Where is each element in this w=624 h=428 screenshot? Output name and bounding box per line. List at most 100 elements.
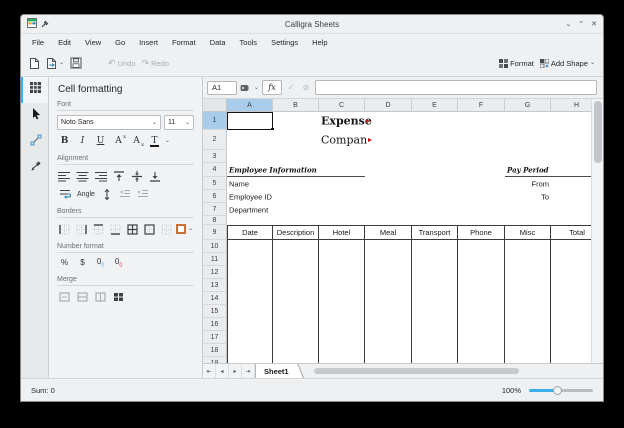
sheet-row-body-16[interactable] xyxy=(227,318,603,331)
align-middle-button[interactable] xyxy=(129,169,144,183)
cell-G15[interactable] xyxy=(505,305,551,318)
column-header-G[interactable]: G xyxy=(505,99,551,112)
cell-F11[interactable] xyxy=(458,253,505,266)
cell-B13[interactable] xyxy=(273,279,319,292)
cell-A13[interactable] xyxy=(227,279,273,292)
column-header-B[interactable]: B xyxy=(273,99,319,112)
cell-E19[interactable] xyxy=(412,357,458,363)
minimize-button[interactable]: ⌄ xyxy=(565,21,571,28)
cell-D19[interactable] xyxy=(365,357,412,363)
sheet-row-body-14[interactable] xyxy=(227,292,603,305)
row-header-18[interactable]: 18 xyxy=(203,344,227,357)
border-color-swatch[interactable] xyxy=(176,224,186,234)
sheet-tab[interactable]: Sheet1 xyxy=(255,364,295,378)
titlebar[interactable]: Calligra Sheets ⌄ ⌃ ✕ xyxy=(21,15,603,34)
sheet-row-body-18[interactable] xyxy=(227,344,603,357)
text-color-button[interactable]: T xyxy=(147,134,162,148)
cell-A17[interactable] xyxy=(227,331,273,344)
sheet-grid[interactable]: ABCDEFGH1Expense2Compan34Employee Inform… xyxy=(203,99,603,363)
font-size-combo[interactable]: 11⌄ xyxy=(164,115,194,130)
align-top-button[interactable] xyxy=(111,169,126,183)
line-tool-button[interactable] xyxy=(21,129,48,155)
cell-F17[interactable] xyxy=(458,331,505,344)
cell-B11[interactable] xyxy=(273,253,319,266)
menu-go[interactable]: Go xyxy=(108,36,132,49)
zoom-slider-thumb[interactable] xyxy=(553,386,562,395)
cell-D11[interactable] xyxy=(365,253,412,266)
cell-B14[interactable] xyxy=(273,292,319,305)
undo-button[interactable]: ↶Undo xyxy=(108,58,135,69)
cell-G19[interactable] xyxy=(505,357,551,363)
menu-edit[interactable]: Edit xyxy=(51,36,78,49)
cell-A15[interactable] xyxy=(227,305,273,318)
border-left-button[interactable] xyxy=(57,222,72,236)
row-header-2[interactable]: 2 xyxy=(203,130,227,150)
cell-F9[interactable]: Phone xyxy=(458,226,505,239)
menu-data[interactable]: Data xyxy=(203,36,233,49)
menu-help[interactable]: Help xyxy=(305,36,334,49)
align-bottom-button[interactable] xyxy=(147,169,162,183)
previous-sheet-button[interactable]: ◂ xyxy=(216,364,229,378)
currency-format-button[interactable]: $ xyxy=(75,258,90,267)
close-button[interactable]: ✕ xyxy=(591,21,597,28)
cell-A19[interactable] xyxy=(227,357,273,363)
row-header-8[interactable]: 8 xyxy=(203,216,227,225)
sheet-row-body-5[interactable]: NameFrom xyxy=(227,177,603,190)
cell-C15[interactable] xyxy=(319,305,365,318)
decrease-precision-button[interactable]: 00 xyxy=(111,257,126,269)
named-ranges-icon[interactable] xyxy=(240,79,251,97)
cell-F19[interactable] xyxy=(458,357,505,363)
cell-F13[interactable] xyxy=(458,279,505,292)
next-sheet-button[interactable]: ▸ xyxy=(229,364,242,378)
increase-indent-button[interactable] xyxy=(136,187,151,201)
cell-G18[interactable] xyxy=(505,344,551,357)
row-header-11[interactable]: 11 xyxy=(203,253,227,266)
named-ranges-caret[interactable]: ⌄ xyxy=(254,85,259,91)
border-color-caret[interactable]: ⌄ xyxy=(188,226,193,232)
menu-insert[interactable]: Insert xyxy=(132,36,165,49)
row-header-17[interactable]: 17 xyxy=(203,331,227,344)
sheet-row-body-12[interactable] xyxy=(227,266,603,279)
add-shape-button[interactable]: Add Shape⌄ xyxy=(540,59,595,68)
cancel-formula-icon[interactable]: ⊘ xyxy=(300,83,312,92)
align-right-button[interactable] xyxy=(93,169,108,183)
sheet-row-body-2[interactable]: Compan xyxy=(227,130,603,150)
cell-F12[interactable] xyxy=(458,266,505,279)
font-family-combo[interactable]: Noto Sans⌄ xyxy=(57,115,161,130)
percent-format-button[interactable]: % xyxy=(57,258,72,267)
cell-tool-button[interactable] xyxy=(21,77,48,103)
sheet-row-body-9[interactable]: DateDescriptionHotelMealTransportPhoneMi… xyxy=(227,225,603,240)
cell-C12[interactable] xyxy=(319,266,365,279)
align-center-button[interactable] xyxy=(75,169,90,183)
cell-C14[interactable] xyxy=(319,292,365,305)
sheet-row-body-11[interactable] xyxy=(227,253,603,266)
cell-E12[interactable] xyxy=(412,266,458,279)
cell-D14[interactable] xyxy=(365,292,412,305)
cell-G13[interactable] xyxy=(505,279,551,292)
row-header-6[interactable]: 6 xyxy=(203,190,227,203)
cell-B9[interactable]: Description xyxy=(273,226,319,239)
row-header-4[interactable]: 4 xyxy=(203,163,227,177)
cell-C17[interactable] xyxy=(319,331,365,344)
sheet-row-body-4[interactable]: Employee InformationPay Period xyxy=(227,163,603,177)
cell-G16[interactable] xyxy=(505,318,551,331)
cell-B18[interactable] xyxy=(273,344,319,357)
sheet-row-body-3[interactable] xyxy=(227,150,603,163)
cell-B17[interactable] xyxy=(273,331,319,344)
dissociate-cells-button[interactable] xyxy=(111,290,126,304)
calligraphy-tool-button[interactable] xyxy=(21,155,48,181)
border-bottom-button[interactable] xyxy=(108,222,123,236)
sheet-row-body-17[interactable] xyxy=(227,331,603,344)
cell-D16[interactable] xyxy=(365,318,412,331)
row-header-5[interactable]: 5 xyxy=(203,177,227,190)
menu-view[interactable]: View xyxy=(78,36,108,49)
italic-button[interactable]: I xyxy=(75,134,90,148)
row-header-3[interactable]: 3 xyxy=(203,150,227,163)
cell-D12[interactable] xyxy=(365,266,412,279)
cell-G11[interactable] xyxy=(505,253,551,266)
border-none-button[interactable] xyxy=(159,222,174,236)
sheet-row-body-6[interactable]: Employee IDTo xyxy=(227,190,603,203)
cell-A9[interactable]: Date xyxy=(227,226,273,239)
merge-cells-button[interactable] xyxy=(57,290,72,304)
row-header-19[interactable]: 19 xyxy=(203,357,227,363)
